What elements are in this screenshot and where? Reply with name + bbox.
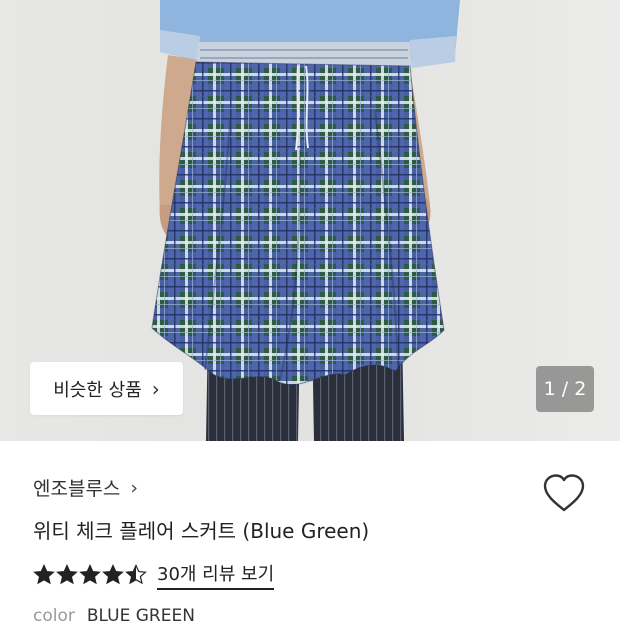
color-value: BLUE GREEN [86,606,195,626]
heart-outline-icon[interactable] [541,472,587,514]
star-filled-icon [33,564,55,585]
rating-row: 30개 리뷰 보기 [33,560,275,590]
product-title: 위티 체크 플레어 스커트 (Blue Green) [33,519,370,543]
similar-products-label: 비슷한 상품 [53,379,142,401]
similar-products-button[interactable]: 비슷한 상품 › [30,362,183,415]
star-filled-icon [79,564,101,585]
image-counter: 1 / 2 [536,366,594,412]
reviews-link[interactable]: 30개 리뷰 보기 [157,560,275,590]
chevron-right-icon: › [151,376,160,401]
star-rating [33,564,147,586]
brand-link[interactable]: 엔조블루스 › [33,474,138,501]
star-half-icon [125,564,147,585]
brand-name: 엔조블루스 [33,478,121,500]
product-image[interactable]: 비슷한 상품 › 1 / 2 [0,0,620,441]
color-row: color BLUE GREEN [33,606,195,626]
chevron-right-icon: › [130,476,139,499]
star-filled-icon [102,564,124,585]
star-filled-icon [56,564,78,585]
color-label: color [33,606,75,626]
